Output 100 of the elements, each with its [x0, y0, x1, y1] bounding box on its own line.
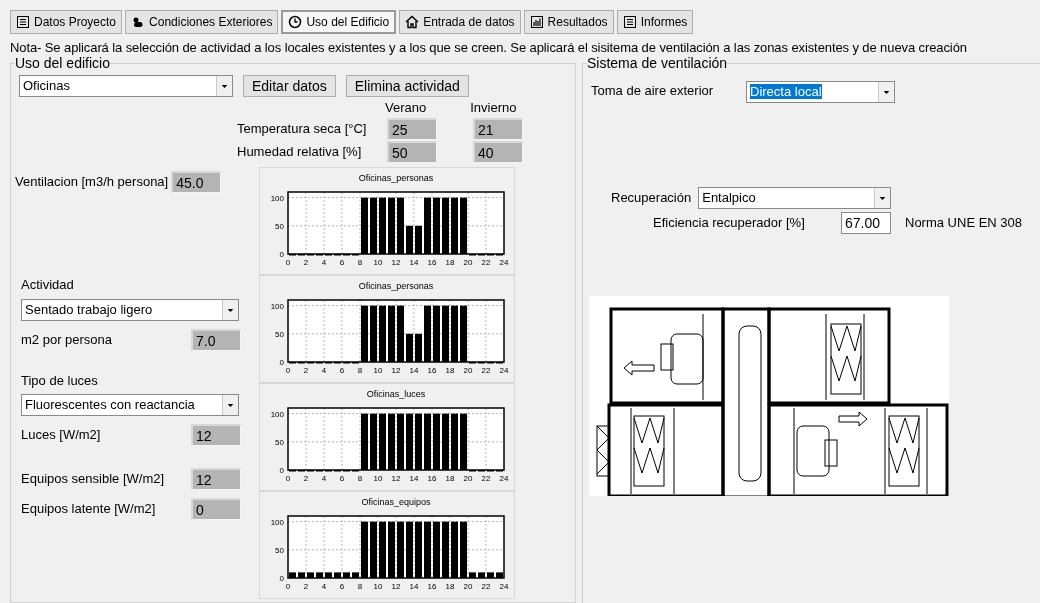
bar: [406, 413, 413, 470]
field-label: Equipos sensible [W/m2]: [21, 470, 166, 489]
axis-label: 100: [270, 517, 284, 527]
dropdown[interactable]: Oficinas: [19, 74, 233, 97]
axis-label: 0: [279, 250, 284, 259]
group-title: Sistema de ventilación: [587, 54, 728, 71]
list-icon: [16, 15, 30, 29]
field-label: Ventilacion [m3/h persona]: [15, 173, 169, 192]
axis-label: 16: [427, 582, 437, 591]
tab[interactable]: Uso del Edificio: [281, 10, 397, 34]
axis-label: 100: [270, 193, 284, 203]
input-field[interactable]: 12: [191, 424, 241, 446]
bar: [379, 305, 386, 362]
axis-label: 20: [463, 474, 473, 483]
axis-label: 24: [499, 258, 509, 267]
axis-label: 18: [445, 258, 455, 267]
axis-label: 4: [321, 474, 327, 483]
axis-label: 50: [275, 221, 284, 231]
dropdown[interactable]: Directa local: [746, 80, 895, 103]
input-field[interactable]: 40: [473, 141, 523, 163]
axis-label: 6: [339, 258, 345, 267]
bar: [361, 413, 368, 470]
input-field[interactable]: 0: [191, 498, 241, 520]
action-button[interactable]: Editar datos: [243, 74, 336, 97]
input-field[interactable]: 21: [473, 118, 523, 140]
tab[interactable]: Entrada de datos: [399, 10, 521, 34]
bar: [469, 572, 476, 578]
tab[interactable]: Resultados: [523, 10, 614, 34]
bar: [442, 521, 449, 578]
axis-label: 4: [321, 258, 327, 267]
bar: [397, 413, 404, 470]
bar: [460, 305, 467, 362]
axis-label: 2: [303, 258, 309, 267]
bar: [415, 333, 422, 362]
axis-label: 22: [481, 366, 491, 375]
axis-label: 24: [499, 582, 509, 591]
bar: [397, 521, 404, 578]
axis-label: 22: [481, 582, 491, 591]
dropdown[interactable]: Entalpico: [698, 186, 892, 209]
home-icon: [405, 15, 420, 29]
input-field[interactable]: 12: [191, 468, 241, 490]
bar: [379, 197, 386, 254]
axis-label: 22: [481, 474, 491, 483]
field-label: m2 por persona: [21, 330, 114, 349]
axis-label: 50: [275, 545, 284, 555]
axis-label: 10: [373, 582, 383, 591]
tab[interactable]: Informes: [616, 10, 694, 34]
column-header: Invierno: [470, 98, 517, 117]
field-label: Luces [W/m2]: [21, 426, 102, 445]
input-field[interactable]: 7.0: [191, 328, 241, 351]
bar: [343, 572, 350, 578]
document-icon: [622, 15, 637, 29]
input-field[interactable]: 45.0: [171, 171, 222, 193]
tab[interactable]: Condiciones Exteriores: [125, 10, 279, 34]
bar: [415, 521, 422, 578]
input-field[interactable]: 50: [387, 141, 437, 163]
bar: [334, 572, 341, 578]
tab[interactable]: Datos Proyecto: [10, 10, 123, 34]
bar: [370, 521, 377, 578]
bar: [397, 197, 404, 254]
input-field[interactable]: 67.00: [841, 211, 891, 234]
bar: [433, 305, 440, 362]
input-field[interactable]: 25: [387, 118, 437, 140]
field-label: Humedad relativa [%]: [237, 143, 363, 162]
bar: [388, 305, 395, 362]
axis-label: 100: [270, 409, 284, 419]
dropdown[interactable]: Fluorescentes con reactancia: [21, 394, 239, 416]
bar: [424, 305, 431, 362]
dropdown[interactable]: Sentado trabajo ligero: [21, 298, 239, 321]
axis-label: 0: [279, 466, 284, 475]
clock-icon: [288, 15, 303, 29]
axis-label: 100: [270, 301, 284, 311]
bar: [406, 333, 413, 362]
axis-label: 16: [427, 366, 437, 375]
bar: [415, 225, 422, 254]
axis-label: 12: [391, 258, 401, 267]
axis-label: 14: [409, 258, 419, 267]
axis-label: 6: [339, 474, 345, 483]
field-label: Tipo de luces: [21, 371, 99, 390]
bar: [307, 572, 314, 578]
action-button[interactable]: Elimina actividad: [345, 74, 469, 97]
bar: [388, 413, 395, 470]
axis-label: 10: [373, 258, 383, 267]
axis-label: 12: [391, 366, 401, 375]
bar: [361, 197, 368, 254]
bar: [496, 572, 503, 578]
field-label: Actividad: [21, 276, 75, 294]
axis-label: 8: [357, 474, 363, 483]
bar: [442, 197, 449, 254]
bar: [460, 197, 467, 254]
axis-label: 6: [339, 366, 345, 375]
bar: [370, 305, 377, 362]
bar: [379, 521, 386, 578]
bar: [406, 521, 413, 578]
axis-label: 8: [357, 258, 363, 267]
bar: [424, 413, 431, 470]
axis-label: 14: [409, 582, 419, 591]
bar: [433, 521, 440, 578]
chart-title: Oficinas_luces: [366, 389, 426, 399]
bar: [460, 521, 467, 578]
